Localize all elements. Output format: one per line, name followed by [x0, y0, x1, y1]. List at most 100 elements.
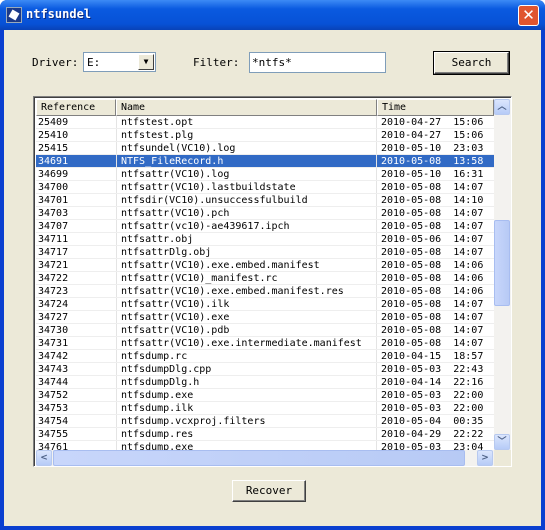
cell-reference: 34717: [38, 247, 69, 258]
cell-time: 2010-05-08 14:07: [381, 312, 484, 323]
table-row[interactable]: 34743 ntfsdumpDlg.cpp 2010-05-03 22:43: [36, 363, 494, 376]
cell-reference: 34721: [38, 260, 69, 271]
cell-name: ntfsdump.res: [116, 428, 377, 440]
cell-name: ntfsdump.rc: [116, 350, 377, 362]
cell-name: ntfsdump.vcxproj.filters: [116, 415, 377, 427]
table-row[interactable]: 34724 ntfsattr(VC10).ilk 2010-05-08 14:07: [36, 298, 494, 311]
cell-time: 2010-05-03 22:00: [381, 390, 484, 401]
cell-time: 2010-05-06 14:07: [381, 234, 484, 245]
scroll-up-icon[interactable]: ︿: [494, 99, 510, 115]
column-header-time[interactable]: Time: [377, 99, 494, 116]
table-row[interactable]: 34701 ntfsdir(VC10).unsuccessfulbuild 2010…: [36, 194, 494, 207]
table-row[interactable]: 34753 ntfsdump.ilk 2010-05-03 22:00: [36, 402, 494, 415]
file-list[interactable]: Reference Name Time 25409 ntfstest.opt 201…: [33, 96, 512, 467]
cell-name: ntfsdump.exe: [116, 389, 377, 401]
cell-time: 2010-05-08 14:06: [381, 286, 484, 297]
cell-name: ntfsattr(VC10).lastbuildstate: [116, 181, 377, 193]
cell-reference: 34727: [38, 312, 69, 323]
cell-name: ntfsattr(VC10).log: [116, 168, 377, 180]
cell-reference: 34742: [38, 351, 69, 362]
table-row[interactable]: 34730 ntfsattr(VC10).pdb 2010-05-08 14:07: [36, 324, 494, 337]
column-header-name[interactable]: Name: [116, 99, 377, 116]
cell-name: ntfsattr(VC10).ilk: [116, 298, 377, 310]
close-button[interactable]: ✕: [518, 5, 539, 26]
table-row[interactable]: 34721 ntfsattr(VC10).exe.embed.manifest 20…: [36, 259, 494, 272]
chevron-down-icon[interactable]: ▼: [138, 54, 154, 70]
cell-name: ntfsdir(VC10).unsuccessfulbuild: [116, 194, 377, 206]
table-row[interactable]: 34722 ntfsattr(VC10)_manifest.rc 2010-05-0…: [36, 272, 494, 285]
cell-time: 2010-05-08 13:58: [381, 156, 484, 167]
cell-reference: 34754: [38, 416, 69, 427]
cell-time: 2010-05-08 14:07: [381, 182, 484, 193]
cell-name: ntfstest.opt: [116, 116, 377, 128]
cell-reference: 34723: [38, 286, 69, 297]
table-row[interactable]: 34754 ntfsdump.vcxproj.filters 2010-05-04 …: [36, 415, 494, 428]
cell-name: ntfsattr(VC10).pdb: [116, 324, 377, 336]
cell-reference: 34707: [38, 221, 69, 232]
search-button[interactable]: Search: [433, 51, 510, 75]
cell-reference: 34700: [38, 182, 69, 193]
cell-reference: 34730: [38, 325, 69, 336]
table-row[interactable]: 34707 ntfsattr(vc10)-ae439617.ipch 2010-05…: [36, 220, 494, 233]
table-row[interactable]: 34752 ntfsdump.exe 2010-05-03 22:00: [36, 389, 494, 402]
scrollbar-corner: [494, 450, 511, 466]
cell-time: 2010-05-08 14:07: [381, 299, 484, 310]
cell-name: ntfsattr(VC10).exe.intermediate.manifest: [116, 337, 377, 349]
table-row[interactable]: 34744 ntfsdumpDlg.h 2010-04-14 22:16: [36, 376, 494, 389]
cell-reference: 25409: [38, 117, 69, 128]
column-header-reference[interactable]: Reference: [36, 99, 116, 116]
table-row[interactable]: 34742 ntfsdump.rc 2010-04-15 18:57: [36, 350, 494, 363]
driver-select[interactable]: E: ▼: [83, 52, 156, 72]
table-row[interactable]: 34691 NTFS_FileRecord.h 2010-05-08 13:58: [36, 155, 494, 168]
horizontal-scroll-thumb[interactable]: [53, 450, 465, 466]
cell-time: 2010-04-27 15:06: [381, 130, 484, 141]
scroll-right-icon[interactable]: >: [477, 450, 493, 466]
cell-reference: 34711: [38, 234, 69, 245]
cell-time: 2010-05-03 22:43: [381, 364, 484, 375]
table-row[interactable]: 34700 ntfsattr(VC10).lastbuildstate 2010-0…: [36, 181, 494, 194]
cell-time: 2010-05-10 23:03: [381, 143, 484, 154]
recover-button[interactable]: Recover: [232, 480, 306, 502]
table-row[interactable]: 25410 ntfstest.plg 2010-04-27 15:06: [36, 129, 494, 142]
table-row[interactable]: 34727 ntfsattr(VC10).exe 2010-05-08 14:07: [36, 311, 494, 324]
cell-time: 2010-05-08 14:07: [381, 247, 484, 258]
filter-input[interactable]: *ntfs*: [249, 52, 386, 73]
cell-name: ntfsattr(VC10).exe: [116, 311, 377, 323]
table-row[interactable]: 34723 ntfsattr(VC10).exe.embed.manifest.r…: [36, 285, 494, 298]
list-rows: 25409 ntfstest.opt 2010-04-27 15:06 25410 nt…: [36, 116, 494, 454]
cell-name: ntfsattr(VC10).exe.embed.manifest.res: [116, 285, 377, 297]
cell-time: 2010-05-08 14:07: [381, 208, 484, 219]
cell-name: ntfsattr(VC10).pch: [116, 207, 377, 219]
vertical-scroll-thumb[interactable]: [494, 220, 510, 307]
cell-reference: 25415: [38, 143, 69, 154]
cell-reference: 34755: [38, 429, 69, 440]
app-window: ntfsundel ✕ Driver: E: ▼ Filter: *ntfs* …: [0, 0, 545, 530]
scroll-down-icon[interactable]: ﹀: [494, 434, 510, 450]
cell-time: 2010-04-27 15:06: [381, 117, 484, 128]
cell-time: 2010-04-29 22:22: [381, 429, 484, 440]
table-row[interactable]: 34711 ntfsattr.obj 2010-05-06 14:07: [36, 233, 494, 246]
close-icon: ✕: [522, 6, 535, 24]
cell-time: 2010-05-08 14:07: [381, 325, 484, 336]
table-row[interactable]: 34755 ntfsdump.res 2010-04-29 22:22: [36, 428, 494, 441]
table-row[interactable]: 25409 ntfstest.opt 2010-04-27 15:06: [36, 116, 494, 129]
cell-name: NTFS_FileRecord.h: [116, 155, 377, 167]
dialog-client: Driver: E: ▼ Filter: *ntfs* Search Refer…: [4, 30, 541, 526]
cell-time: 2010-05-08 14:10: [381, 195, 484, 206]
title-bar[interactable]: ntfsundel ✕: [0, 0, 545, 30]
table-row[interactable]: 34717 ntfsattrDlg.obj 2010-05-08 14:07: [36, 246, 494, 259]
cell-name: ntfsattrDlg.obj: [116, 246, 377, 258]
table-row[interactable]: 25415 ntfsundel(VC10).log 2010-05-10 23:03: [36, 142, 494, 155]
horizontal-scrollbar[interactable]: < >: [36, 450, 494, 466]
cell-time: 2010-05-08 14:07: [381, 221, 484, 232]
cell-reference: 34744: [38, 377, 69, 388]
cell-reference: 25410: [38, 130, 69, 141]
vertical-scrollbar[interactable]: ︿ ﹀: [494, 99, 511, 450]
cell-time: 2010-05-10 16:31: [381, 169, 484, 180]
table-row[interactable]: 34703 ntfsattr(VC10).pch 2010-05-08 14:07: [36, 207, 494, 220]
scroll-left-icon[interactable]: <: [36, 450, 52, 466]
cell-name: ntfstest.plg: [116, 129, 377, 141]
table-row[interactable]: 34731 ntfsattr(VC10).exe.intermediate.man…: [36, 337, 494, 350]
table-row[interactable]: 34699 ntfsattr(VC10).log 2010-05-10 16:31: [36, 168, 494, 181]
cell-time: 2010-05-08 14:07: [381, 338, 484, 349]
